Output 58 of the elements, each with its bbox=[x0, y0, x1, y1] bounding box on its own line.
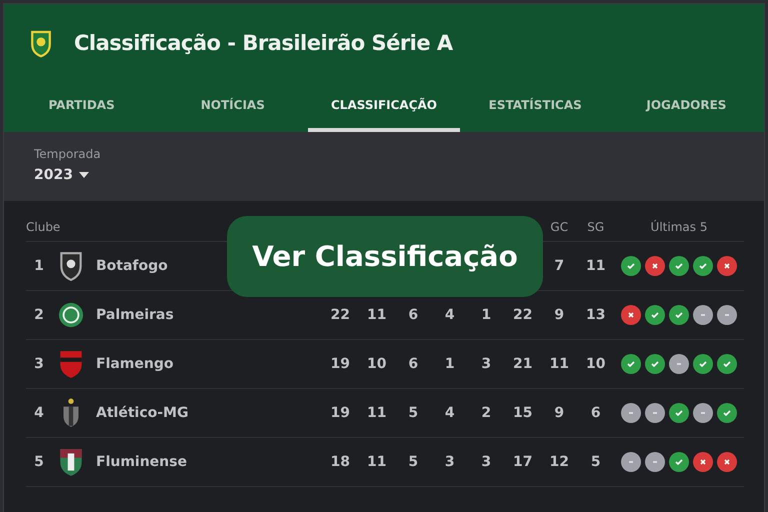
stat-value: 19 bbox=[330, 405, 351, 421]
tab[interactable]: JOGADORES bbox=[610, 84, 762, 132]
column-header: SG bbox=[586, 220, 606, 234]
crest-icon bbox=[30, 28, 52, 58]
stat-value: 17 bbox=[512, 454, 534, 470]
stat-value: 11 bbox=[366, 405, 388, 421]
stat-value: 11 bbox=[366, 454, 388, 470]
stat-value: 1 bbox=[444, 356, 456, 372]
position-number: 2 bbox=[33, 307, 45, 323]
stat-value: 9 bbox=[553, 405, 566, 421]
stat-value: 4 bbox=[444, 405, 456, 421]
stat-value: 22 bbox=[330, 307, 351, 323]
position-number: 5 bbox=[33, 454, 45, 470]
column-header: Clube bbox=[26, 220, 60, 234]
stat-value: 4 bbox=[444, 307, 456, 323]
tab[interactable]: PARTIDAS bbox=[6, 84, 158, 132]
stat-value: 21 bbox=[512, 356, 534, 372]
stat-value: 5 bbox=[407, 454, 420, 470]
stat-value: 22 bbox=[512, 307, 534, 323]
stat-value: 6 bbox=[407, 307, 420, 323]
club-name: Atlético-MG bbox=[96, 405, 188, 421]
stat-value: 1 bbox=[480, 307, 492, 323]
stat-value: 9 bbox=[553, 307, 566, 323]
stat-value: 3 bbox=[480, 356, 492, 372]
stat-value: 13 bbox=[585, 307, 606, 323]
stat-value: 6 bbox=[407, 356, 420, 372]
stat-value: 5 bbox=[590, 454, 602, 470]
view-standings-button[interactable]: Ver Classificação bbox=[227, 216, 543, 297]
caret-icon bbox=[78, 172, 89, 178]
club-name: Fluminense bbox=[96, 454, 187, 470]
stat-value: 10 bbox=[366, 356, 388, 372]
stat-value: 7 bbox=[553, 258, 566, 274]
position-number: 4 bbox=[33, 405, 45, 421]
stat-value: 11 bbox=[585, 258, 606, 274]
stat-value: 15 bbox=[512, 405, 534, 421]
stat-value: 12 bbox=[548, 454, 570, 470]
position-number: 1 bbox=[33, 258, 45, 274]
stat-value: 5 bbox=[407, 405, 420, 421]
stat-value: 11 bbox=[548, 356, 570, 372]
club-name: Flamengo bbox=[96, 356, 174, 372]
stat-value: 11 bbox=[366, 307, 388, 323]
column-header: Últimas 5 bbox=[650, 220, 708, 234]
stat-value: 19 bbox=[330, 356, 351, 372]
stat-value: 3 bbox=[444, 454, 456, 470]
stat-value: 10 bbox=[585, 356, 606, 372]
position-number: 3 bbox=[33, 356, 45, 372]
club-name: Palmeiras bbox=[96, 307, 174, 323]
tab[interactable]: NOTÍCIAS bbox=[157, 84, 308, 132]
stat-value: 6 bbox=[590, 405, 602, 421]
stat-value: 18 bbox=[330, 454, 351, 470]
stat-value: 3 bbox=[480, 454, 492, 470]
tab[interactable]: ESTATÍSTICAS bbox=[460, 84, 611, 132]
season-dropdown[interactable]: 2023 bbox=[34, 167, 89, 183]
stat-value: 2 bbox=[480, 405, 492, 421]
club-name: Botafogo bbox=[96, 258, 168, 274]
season-label: Temporada bbox=[34, 147, 101, 161]
column-header: GC bbox=[549, 220, 570, 234]
page-title: Classificação - Brasileirão Série A bbox=[74, 31, 453, 55]
